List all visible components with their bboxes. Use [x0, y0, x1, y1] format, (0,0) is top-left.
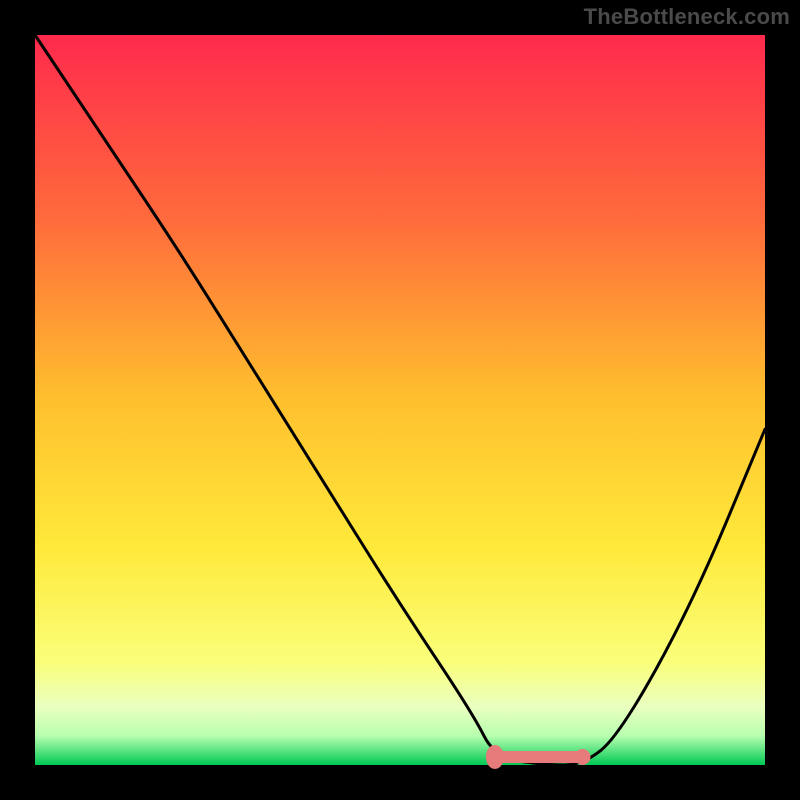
attribution-label: TheBottleneck.com	[584, 4, 790, 30]
chart-svg	[0, 0, 800, 800]
plot-background	[35, 35, 765, 765]
chart-stage: TheBottleneck.com	[0, 0, 800, 800]
